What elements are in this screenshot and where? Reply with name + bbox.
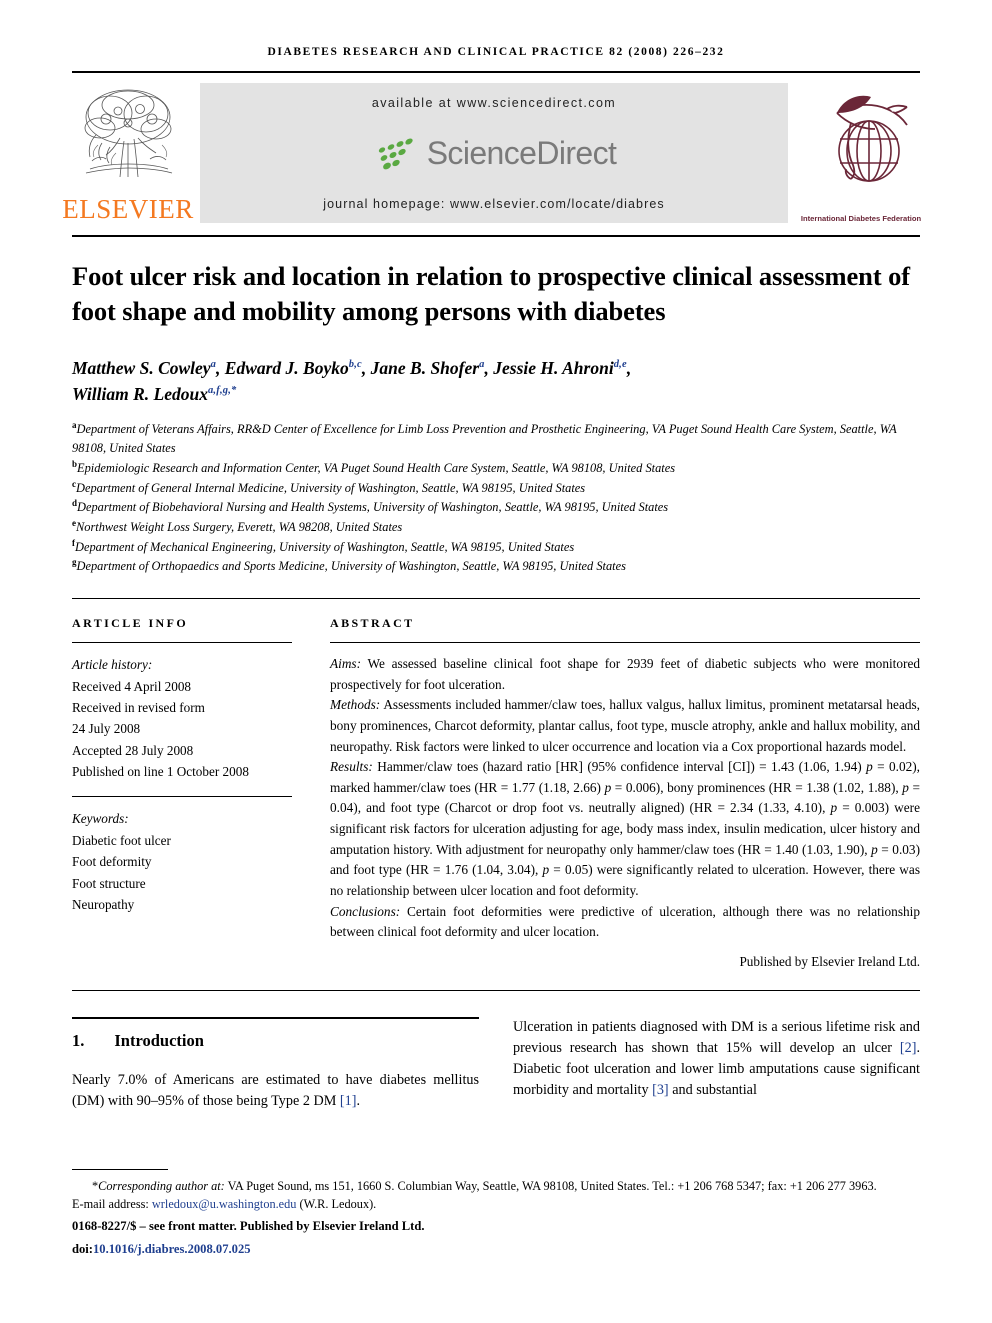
article-info-underline [72,642,292,644]
corresponding-marker: * [92,1179,99,1194]
page-title: Foot ulcer risk and location in relation… [72,261,910,326]
email-note: E-mail address: wrledoux@u.washington.ed… [72,1196,377,1211]
article-history-item: Received in revised form [72,699,205,715]
masthead-rule [72,235,920,237]
affiliation-item: fDepartment of Mechanical Engineering, U… [72,537,575,554]
affiliation-list: aDepartment of Veterans Affairs, RR&D Ce… [72,419,920,576]
idf-logo-block: International Diabetes Federation [800,83,922,223]
email-label: E-mail address: [72,1196,149,1211]
article-history-heading: Article history: [72,657,153,673]
keyword-item: Diabetic foot ulcer [72,832,171,848]
introduction-heading: 1. Introduction [72,1031,479,1051]
author-list: Matthew S. Cowleya, Edward J. Boykob,c, … [72,355,920,408]
abstract-methods: Methods: Assessments included hammer/cla… [330,697,920,754]
journal-article-page: Diabetes Research and Clinical Practice … [0,0,992,1323]
abstract-bottom-rule [72,989,920,991]
author-entry: William R. Ledouxa,f,g,* [72,384,237,405]
elsevier-logo-block: ELSEVIER [62,83,193,223]
keyword-item: Foot structure [72,875,146,891]
idf-bird-globe-icon [836,95,908,182]
affiliation-item: bEpidemiologic Research and Information … [72,458,676,475]
article-history-item: Accepted 28 July 2008 [72,742,194,758]
article-history-item: 24 July 2008 [72,721,141,737]
elsevier-tree-icon [84,89,173,178]
introduction-rule [72,1016,479,1019]
body-column-right: Ulceration in patients diagnosed with DM… [513,1017,920,1112]
abstract-aims: Aims: We assessed baseline clinical foot… [330,656,920,692]
elsevier-wordmark: ELSEVIER [62,194,194,224]
sciencedirect-wordmark: ScienceDirect [426,135,617,171]
doi-link[interactable]: 10.1016/j.diabres.2008.07.025 [93,1242,251,1256]
affiliations-rule [72,598,920,600]
sciencedirect-leaves-icon [378,137,413,169]
affiliation-item: cDepartment of General Internal Medicine… [72,478,586,495]
author-entry: Matthew S. Cowleya, [72,357,225,378]
citation-link[interactable]: [3] [652,1082,669,1098]
body-column-left: 1. Introduction Nearly 7.0% of Americans… [72,1016,479,1112]
issn-line: 0168-8227/$ – see front matter. Publishe… [72,1219,425,1234]
abstract-results: Results: Hammer/claw toes (hazard ratio … [330,759,921,898]
author-affiliation-marks: d,e [613,359,627,371]
article-info-column: Article info Article history: Received 4… [72,616,310,970]
corresponding-author-note: *Corresponding author at: VA Puget Sound… [72,1178,920,1195]
author-entry: Jessie H. Ahronid,e, [493,357,632,378]
body-columns: 1. Introduction Nearly 7.0% of Americans… [72,1016,920,1112]
abstract-underline [330,642,920,644]
affiliation-item: dDepartment of Biobehavioral Nursing and… [72,498,669,515]
article-info-label: Article info [72,616,189,631]
citation-link[interactable]: [1] [340,1093,357,1109]
citation-link[interactable]: [2] [900,1040,917,1056]
introduction-paragraph-left: Nearly 7.0% of Americans are estimated t… [72,1071,479,1109]
running-head-rule [72,71,920,73]
author-affiliation-marks: b,c [348,359,362,371]
abstract-label: Abstract [330,616,415,631]
affiliation-item: eNorthwest Weight Loss Surgery, Everett,… [72,517,403,535]
footnote-rule [72,1169,168,1171]
abstract-column: Abstract Aims: We assessed baseline clin… [310,616,920,970]
page-footer: *Corresponding author at: VA Puget Sound… [72,1169,920,1259]
idf-bird-eye [891,108,895,112]
section-number: 1. [72,1030,85,1050]
introduction-paragraph-right: Ulceration in patients diagnosed with DM… [513,1018,920,1098]
abstract-conclusions: Conclusions: Certain foot deformities we… [330,903,920,940]
doi-line: doi:10.1016/j.diabres.2008.07.025 [72,1242,251,1257]
sciencedirect-banner: available at www.sciencedirect.com Scien… [200,83,788,223]
article-history-item: Published on line 1 October 2008 [72,764,249,780]
affiliation-item: gDepartment of Orthopaedics and Sports M… [72,557,626,574]
author-entry: Jane B. Shofera, [370,357,494,378]
author-affiliation-marks: a,f,g,* [207,385,237,397]
keyword-item: Neuropathy [72,896,135,912]
info-abstract-region: Article info Article history: Received 4… [72,616,920,970]
section-title: Introduction [114,1030,204,1050]
masthead: ELSEVIER available at www.sciencedirect.… [62,83,922,223]
article-history-item: Received 4 April 2008 [72,678,192,694]
journal-homepage-text: journal homepage: www.elsevier.com/locat… [323,197,665,211]
abstract-body: Aims: We assessed baseline clinical foot… [330,654,920,943]
idf-caption: International Diabetes Federation [800,214,922,223]
running-head: Diabetes Research and Clinical Practice … [267,46,725,58]
keywords-heading: Keywords: [72,811,129,827]
sciencedirect-logo: ScienceDirect [372,135,617,172]
author-entry: Edward J. Boykob,c, [224,357,371,378]
keyword-item: Foot deformity [72,854,152,870]
email-link[interactable]: wrledoux@u.washington.edu [152,1197,297,1211]
affiliation-item: aDepartment of Veterans Affairs, RR&D Ce… [72,420,897,456]
available-at-text: available at www.sciencedirect.com [371,96,617,110]
abstract-publisher-line: Published by Elsevier Ireland Ltd. [739,953,920,969]
keywords-divider [72,796,292,798]
